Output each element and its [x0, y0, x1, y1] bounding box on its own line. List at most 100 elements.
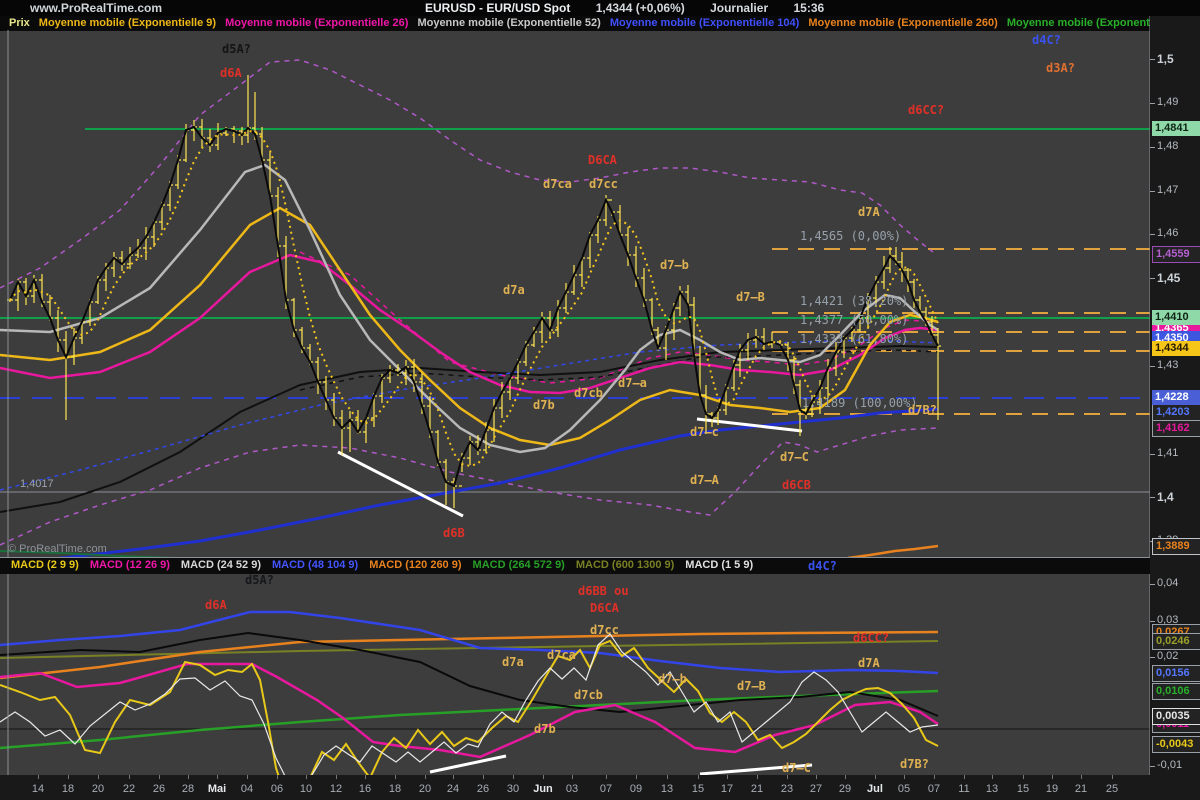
macd-legend-item-3[interactable]: MACD (48 104 9): [272, 558, 358, 573]
annotation-d3A?[interactable]: d3A?: [1046, 61, 1075, 75]
macd-legend-item-4[interactable]: MACD (120 260 9): [369, 558, 461, 573]
annotation-d7a[interactable]: d7a: [503, 283, 525, 297]
annotation-d7–b[interactable]: d7–b: [660, 258, 689, 272]
annotation-d7cb[interactable]: d7cb: [574, 386, 603, 400]
time-tick-mark: [1081, 775, 1082, 779]
time-tick-mark: [845, 775, 846, 779]
time-tick-mark: [1112, 775, 1113, 779]
macd-legend-item-2[interactable]: MACD (24 52 9): [181, 558, 261, 573]
time-label-26: 26: [153, 783, 165, 795]
macd-legend-item-7[interactable]: MACD (1 5 9): [685, 558, 753, 573]
axis-tick-1,48: 1,48: [1157, 140, 1178, 152]
annotation-d7–B[interactable]: d7–B: [736, 290, 765, 304]
axis-tick-mark: [1150, 147, 1155, 148]
time-tick-mark: [757, 775, 758, 779]
annotation-d6A[interactable]: d6A: [205, 598, 227, 612]
annotation-d4C?[interactable]: d4C?: [1032, 33, 1061, 47]
annotation-d4C?[interactable]: d4C?: [808, 559, 837, 573]
annotation-d7b[interactable]: d7b: [534, 722, 556, 736]
series-upper-violet-band: [0, 60, 933, 288]
annotation-d6CB[interactable]: d6CB: [782, 478, 811, 492]
annotation-d7cc[interactable]: d7cc: [589, 177, 618, 191]
time-tick-mark: [513, 775, 514, 779]
annotation-d7ca[interactable]: d7ca: [547, 648, 576, 662]
price-tag-1,4410: 1,4410: [1152, 310, 1200, 325]
annotation-d6CC?[interactable]: d6CC?: [908, 103, 944, 117]
time-tick-mark: [636, 775, 637, 779]
time-tick-mark: [1023, 775, 1024, 779]
annotation-d7–b[interactable]: d7–b: [658, 672, 687, 686]
axis-tick-1,5: 1,5: [1157, 52, 1174, 66]
time-tick-mark: [483, 775, 484, 779]
macd-indicator-legend: MACD (2 9 9) MACD (12 26 9) MACD (24 52 9)…: [0, 558, 1150, 574]
axis-tick-1,41: 1,41: [1157, 447, 1178, 459]
fib-label-1,4565 (0,00%): 1,4565 (0,00%): [800, 229, 901, 243]
annotation-d7A[interactable]: d7A: [858, 656, 880, 670]
time-tick-mark: [247, 775, 248, 779]
macd-legend-item-1[interactable]: MACD (12 26 9): [90, 558, 170, 573]
annotation-d7–c[interactable]: d7–c: [690, 425, 719, 439]
price-tag-1,3889: 1,3889: [1152, 538, 1200, 555]
time-label-11: 11: [958, 783, 969, 795]
fib-label-1,4333 (61,80%): 1,4333 (61,80%): [800, 332, 908, 346]
price-pane[interactable]: [0, 60, 1150, 565]
annotation-D6CA[interactable]: D6CA: [590, 601, 619, 615]
time-label-20: 20: [92, 783, 104, 795]
annotation-d7–a[interactable]: d7–a: [618, 376, 647, 390]
annotation-d7cc[interactable]: d7cc: [590, 623, 619, 637]
annotation-d7–C[interactable]: d7–C: [782, 761, 811, 775]
series-orange-ema260: [848, 546, 938, 558]
time-label-09: 09: [630, 783, 642, 795]
time-label-Mai: Mai: [208, 783, 226, 795]
annotation-d7–A[interactable]: d7–A: [690, 473, 719, 487]
annotation-d5A?[interactable]: d5A?: [222, 42, 251, 56]
annotation-d7b[interactable]: d7b: [533, 398, 555, 412]
axis-tick-0,04: 0,04: [1157, 577, 1178, 589]
annotation-d7ca[interactable]: d7ca: [543, 177, 572, 191]
time-label-22: 22: [123, 783, 135, 795]
time-label-25: 25: [1106, 783, 1118, 795]
chart-canvas[interactable]: [0, 0, 1200, 800]
annotation-d7a[interactable]: d7a: [502, 655, 524, 669]
axis-tick-1,4: 1,4: [1157, 490, 1174, 504]
time-tick-mark: [816, 775, 817, 779]
time-tick-mark: [98, 775, 99, 779]
annotation-d7–C[interactable]: d7–C: [780, 450, 809, 464]
annotation-d7B?[interactable]: d7B?: [908, 403, 937, 417]
macd-pane[interactable]: [0, 612, 1150, 792]
annotation-d6B[interactable]: d6B: [443, 526, 465, 540]
annotation-d6A[interactable]: d6A: [220, 66, 242, 80]
time-tick-mark: [38, 775, 39, 779]
annotation-d7A[interactable]: d7A: [858, 205, 880, 219]
annotation-d6BB ou[interactable]: d6BB ou: [578, 584, 629, 598]
annotation-d7–B[interactable]: d7–B: [737, 679, 766, 693]
time-tick-mark: [365, 775, 366, 779]
annotation-d6CC?[interactable]: d6CC?: [853, 631, 889, 645]
time-tick-mark: [159, 775, 160, 779]
axis-tick-0,02: 0,02: [1157, 650, 1178, 662]
annotation-d7cb[interactable]: d7cb: [574, 688, 603, 702]
annotation-D6CA[interactable]: D6CA: [588, 153, 617, 167]
time-label-20: 20: [419, 783, 431, 795]
time-tick-mark: [543, 775, 544, 779]
price-tag-0,0035: 0,0035: [1152, 708, 1200, 725]
series-gold-dotted-ema9: [10, 131, 938, 466]
time-label-04: 04: [241, 783, 253, 795]
time-label-19: 19: [1046, 783, 1058, 795]
time-label-30: 30: [507, 783, 519, 795]
axis-tick-mark: [1150, 191, 1155, 192]
time-tick-mark: [964, 775, 965, 779]
price-tag-0,0156: 0,0156: [1152, 665, 1200, 682]
macd-legend-item-6[interactable]: MACD (600 1300 9): [576, 558, 674, 573]
macd-legend-item-5[interactable]: MACD (264 572 9): [473, 558, 565, 573]
time-label-18: 18: [62, 783, 74, 795]
time-label-03: 03: [566, 783, 578, 795]
macd-legend-item-0[interactable]: MACD (2 9 9): [11, 558, 79, 573]
price-tag-0,0106: 0,0106: [1152, 683, 1200, 700]
time-label-29: 29: [839, 783, 851, 795]
time-label-12: 12: [330, 783, 342, 795]
fib-label-1,4377 (50,00%): 1,4377 (50,00%): [800, 313, 908, 327]
time-tick-mark: [727, 775, 728, 779]
annotation-d7B?[interactable]: d7B?: [900, 757, 929, 771]
annotation-d5A?[interactable]: d5A?: [245, 573, 274, 587]
